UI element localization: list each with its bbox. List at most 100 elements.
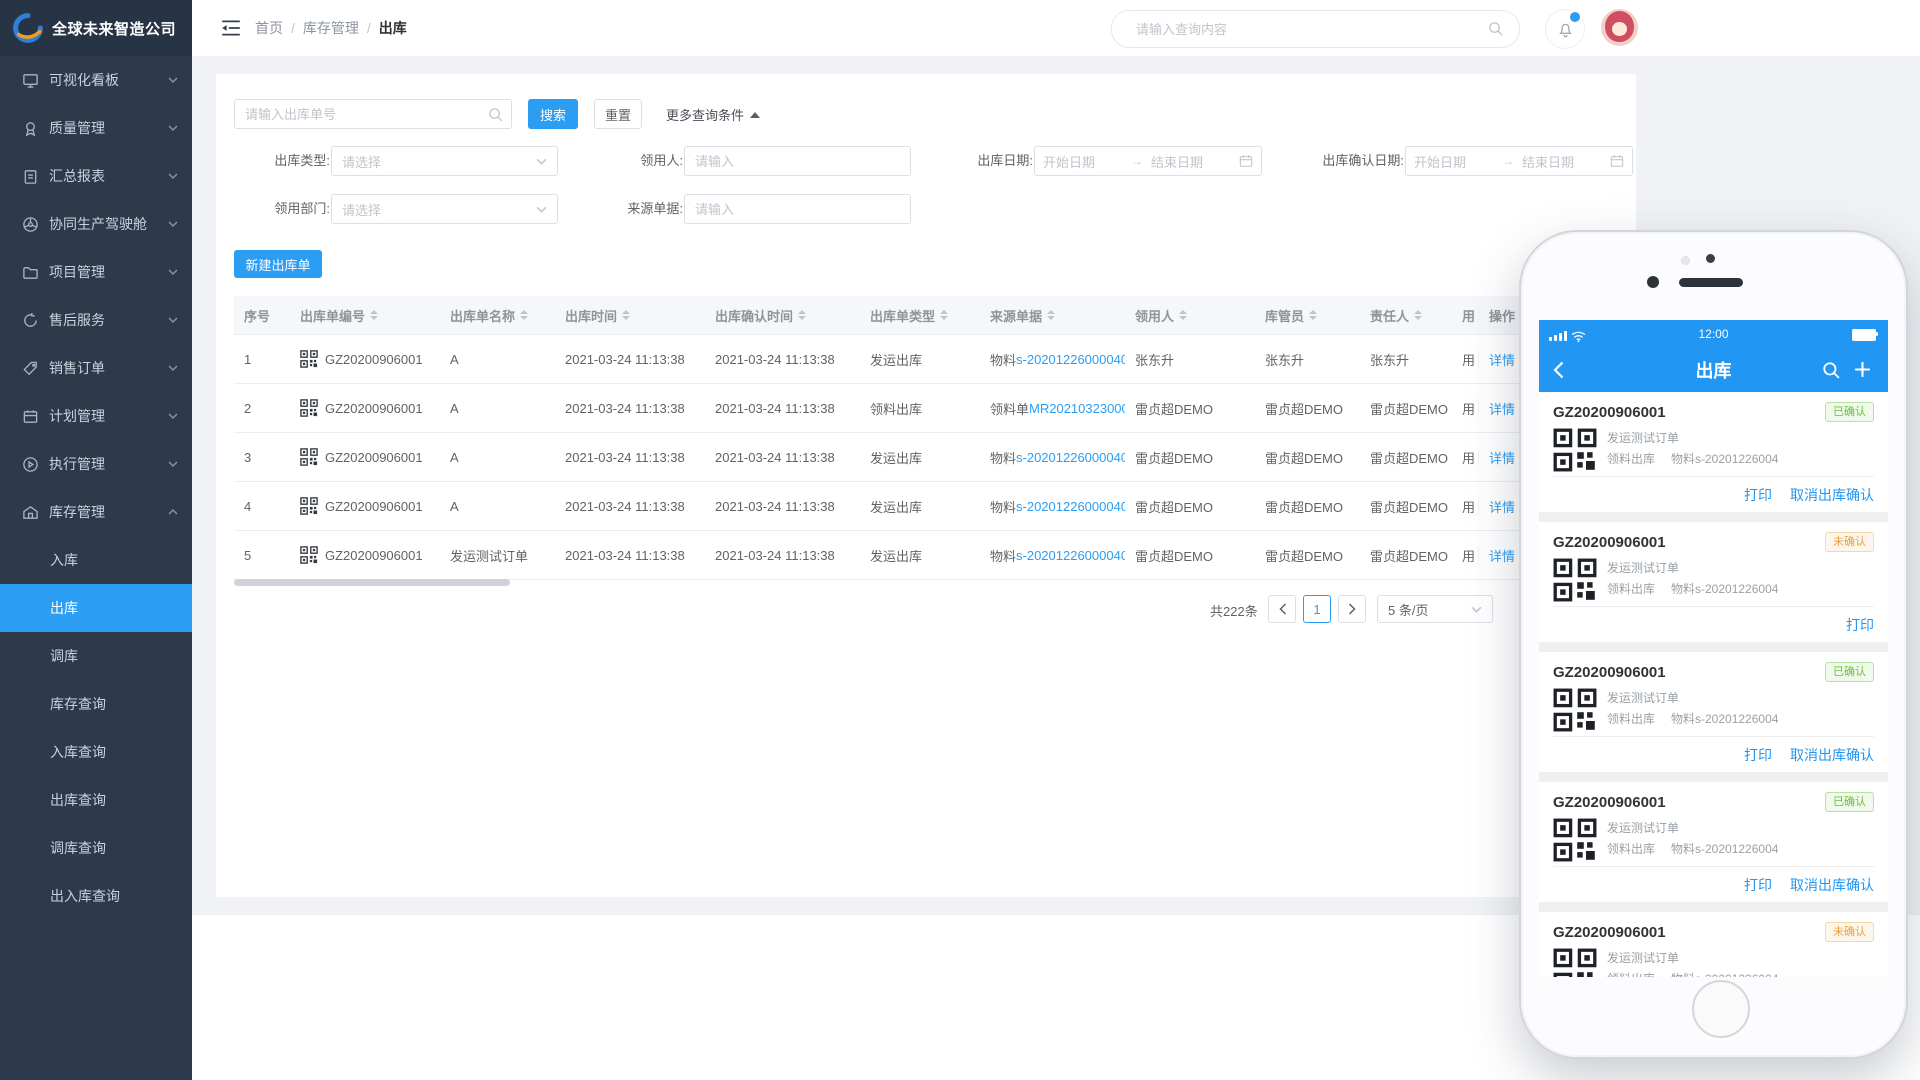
sidebar-item-quality[interactable]: 质量管理 — [0, 104, 192, 152]
qr-code-icon[interactable] — [300, 350, 318, 368]
header-source[interactable]: 来源单据 — [980, 306, 1125, 325]
source-doc-link[interactable]: s-20201226000040 — [1016, 352, 1125, 367]
source-doc-link[interactable]: s-20201226000040 — [1016, 548, 1125, 563]
breadcrumb-home[interactable]: 首页 — [255, 18, 283, 38]
sidebar-subitem-transfer[interactable]: 调库 — [0, 632, 192, 680]
breadcrumb-inventory[interactable]: 库存管理 — [303, 18, 359, 38]
detail-link[interactable]: 详情 — [1489, 546, 1515, 565]
sort-icon[interactable] — [798, 310, 806, 320]
end-date-placeholder: 结束日期 — [1151, 152, 1231, 171]
sort-icon[interactable] — [1309, 310, 1317, 320]
scrollbar-thumb[interactable] — [234, 579, 510, 586]
print-action[interactable]: 打印 — [1744, 745, 1772, 765]
sidebar-subitem-inout-query[interactable]: 出入库查询 — [0, 872, 192, 920]
source-input[interactable] — [685, 195, 910, 223]
cell-source: 物料s-20201226000040 — [980, 350, 1125, 369]
outbound-mobile-card[interactable]: GZ20200906001已确认 发运测试订单 领料出库物料s-20201226… — [1539, 652, 1888, 772]
notifications-button[interactable] — [1545, 9, 1585, 49]
type-select[interactable]: 请选择 — [331, 146, 558, 176]
cell-clipped: 用 — [1460, 546, 1478, 565]
outbound-mobile-card[interactable]: GZ20200906001未确认 发运测试订单 领料出库物料s-20201226… — [1539, 912, 1888, 977]
back-icon[interactable] — [1553, 361, 1564, 379]
add-icon[interactable] — [1853, 360, 1872, 379]
sort-icon[interactable] — [940, 310, 948, 320]
sidebar-item-inventory[interactable]: 库存管理 — [0, 488, 192, 536]
header-keeper[interactable]: 库管员 — [1255, 306, 1360, 325]
avatar[interactable] — [1601, 9, 1638, 46]
print-action[interactable]: 打印 — [1744, 875, 1772, 895]
search-icon[interactable] — [1488, 21, 1503, 36]
sidebar-subitem-outbound-query[interactable]: 出库查询 — [0, 776, 192, 824]
sort-icon[interactable] — [1414, 310, 1422, 320]
sidebar-subitem-outbound[interactable]: 出库 — [0, 584, 192, 632]
sidebar-item-sales-orders[interactable]: 销售订单 — [0, 344, 192, 392]
sort-icon[interactable] — [622, 310, 630, 320]
detail-link[interactable]: 详情 — [1489, 448, 1515, 467]
prev-page-button[interactable] — [1268, 595, 1296, 623]
detail-link[interactable]: 详情 — [1489, 350, 1515, 369]
cancel-confirm-action[interactable]: 取消出库确认 — [1790, 745, 1874, 765]
header-confirm-time[interactable]: 出库确认时间 — [705, 306, 860, 325]
search-icon[interactable] — [1822, 361, 1840, 379]
page-size-select[interactable]: 5 条/页 — [1377, 595, 1493, 623]
outbound-mobile-card[interactable]: GZ20200906001已确认 发运测试订单 领料出库物料s-20201226… — [1539, 782, 1888, 902]
qr-code-icon[interactable] — [300, 497, 318, 515]
reset-button[interactable]: 重置 — [594, 99, 642, 129]
header-code[interactable]: 出库单编号 — [290, 306, 440, 325]
dept-select[interactable]: 请选择 — [331, 194, 558, 224]
more-filters-toggle[interactable]: 更多查询条件 — [666, 105, 760, 124]
sort-icon[interactable] — [1047, 310, 1055, 320]
print-action[interactable]: 打印 — [1744, 485, 1772, 505]
sort-icon[interactable] — [520, 310, 528, 320]
cancel-confirm-action[interactable]: 取消出库确认 — [1790, 485, 1874, 505]
sidebar-subitem-stock-query[interactable]: 库存查询 — [0, 680, 192, 728]
date-range-picker[interactable]: 开始日期 → 结束日期 — [1034, 146, 1262, 176]
header-no: 序号 — [234, 306, 290, 325]
sidebar-item-dashboard[interactable]: 可视化看板 — [0, 56, 192, 104]
cell-owner: 雷贞超DEMO — [1360, 448, 1460, 467]
qr-code-icon[interactable] — [300, 399, 318, 417]
sidebar-subitem-transfer-query[interactable]: 调库查询 — [0, 824, 192, 872]
detail-link[interactable]: 详情 — [1489, 399, 1515, 418]
sidebar-subitem-inbound-query[interactable]: 入库查询 — [0, 728, 192, 776]
sidebar-item-aftersales[interactable]: 售后服务 — [0, 296, 192, 344]
sort-icon[interactable] — [1179, 310, 1187, 320]
home-button[interactable] — [1692, 980, 1750, 1038]
search-button[interactable]: 搜索 — [528, 99, 578, 129]
sidebar-item-execution[interactable]: 执行管理 — [0, 440, 192, 488]
sidebar-subitem-inbound[interactable]: 入库 — [0, 536, 192, 584]
header-name[interactable]: 出库单名称 — [440, 306, 555, 325]
create-outbound-button[interactable]: 新建出库单 — [234, 250, 322, 278]
source-doc-link[interactable]: s-20201226000040 — [1016, 499, 1125, 514]
page-number-button[interactable]: 1 — [1303, 595, 1331, 623]
sidebar-item-plan[interactable]: 计划管理 — [0, 392, 192, 440]
global-search-input[interactable] — [1134, 11, 1478, 47]
detail-link[interactable]: 详情 — [1489, 497, 1515, 516]
card-type: 领料出库 — [1607, 842, 1655, 856]
outbound-mobile-card[interactable]: GZ20200906001未确认 发运测试订单 领料出库物料s-20201226… — [1539, 522, 1888, 642]
outbound-mobile-card[interactable]: GZ20200906001已确认 发运测试订单 领料出库物料s-20201226… — [1539, 392, 1888, 512]
chevron-down-icon — [168, 317, 178, 323]
qr-code-icon[interactable] — [300, 546, 318, 564]
header-time[interactable]: 出库时间 — [555, 306, 705, 325]
confirm-date-range-picker[interactable]: 开始日期 → 结束日期 — [1405, 146, 1633, 176]
sidebar-item-cockpit[interactable]: 协同生产驾驶舱 — [0, 200, 192, 248]
range-arrow: → — [1502, 154, 1514, 168]
header-recipient[interactable]: 领用人 — [1125, 306, 1255, 325]
collapse-sidebar-icon[interactable] — [220, 19, 242, 37]
sort-icon[interactable] — [370, 310, 378, 320]
source-doc-link[interactable]: MR202103230002 — [1029, 401, 1125, 416]
steering-wheel-icon — [22, 216, 39, 233]
recipient-input[interactable] — [685, 147, 910, 175]
header-type[interactable]: 出库单类型 — [860, 306, 980, 325]
order-no-input[interactable] — [235, 100, 511, 128]
cancel-confirm-action[interactable]: 取消出库确认 — [1790, 875, 1874, 895]
sidebar-item-projects[interactable]: 项目管理 — [0, 248, 192, 296]
source-doc-link[interactable]: s-20201226000040 — [1016, 450, 1125, 465]
qr-code-icon[interactable] — [300, 448, 318, 466]
next-page-button[interactable] — [1338, 595, 1366, 623]
header-owner[interactable]: 责任人 — [1360, 306, 1460, 325]
sidebar-item-reports[interactable]: 汇总报表 — [0, 152, 192, 200]
print-action[interactable]: 打印 — [1846, 615, 1874, 635]
header-clipped: 用 — [1460, 306, 1478, 325]
